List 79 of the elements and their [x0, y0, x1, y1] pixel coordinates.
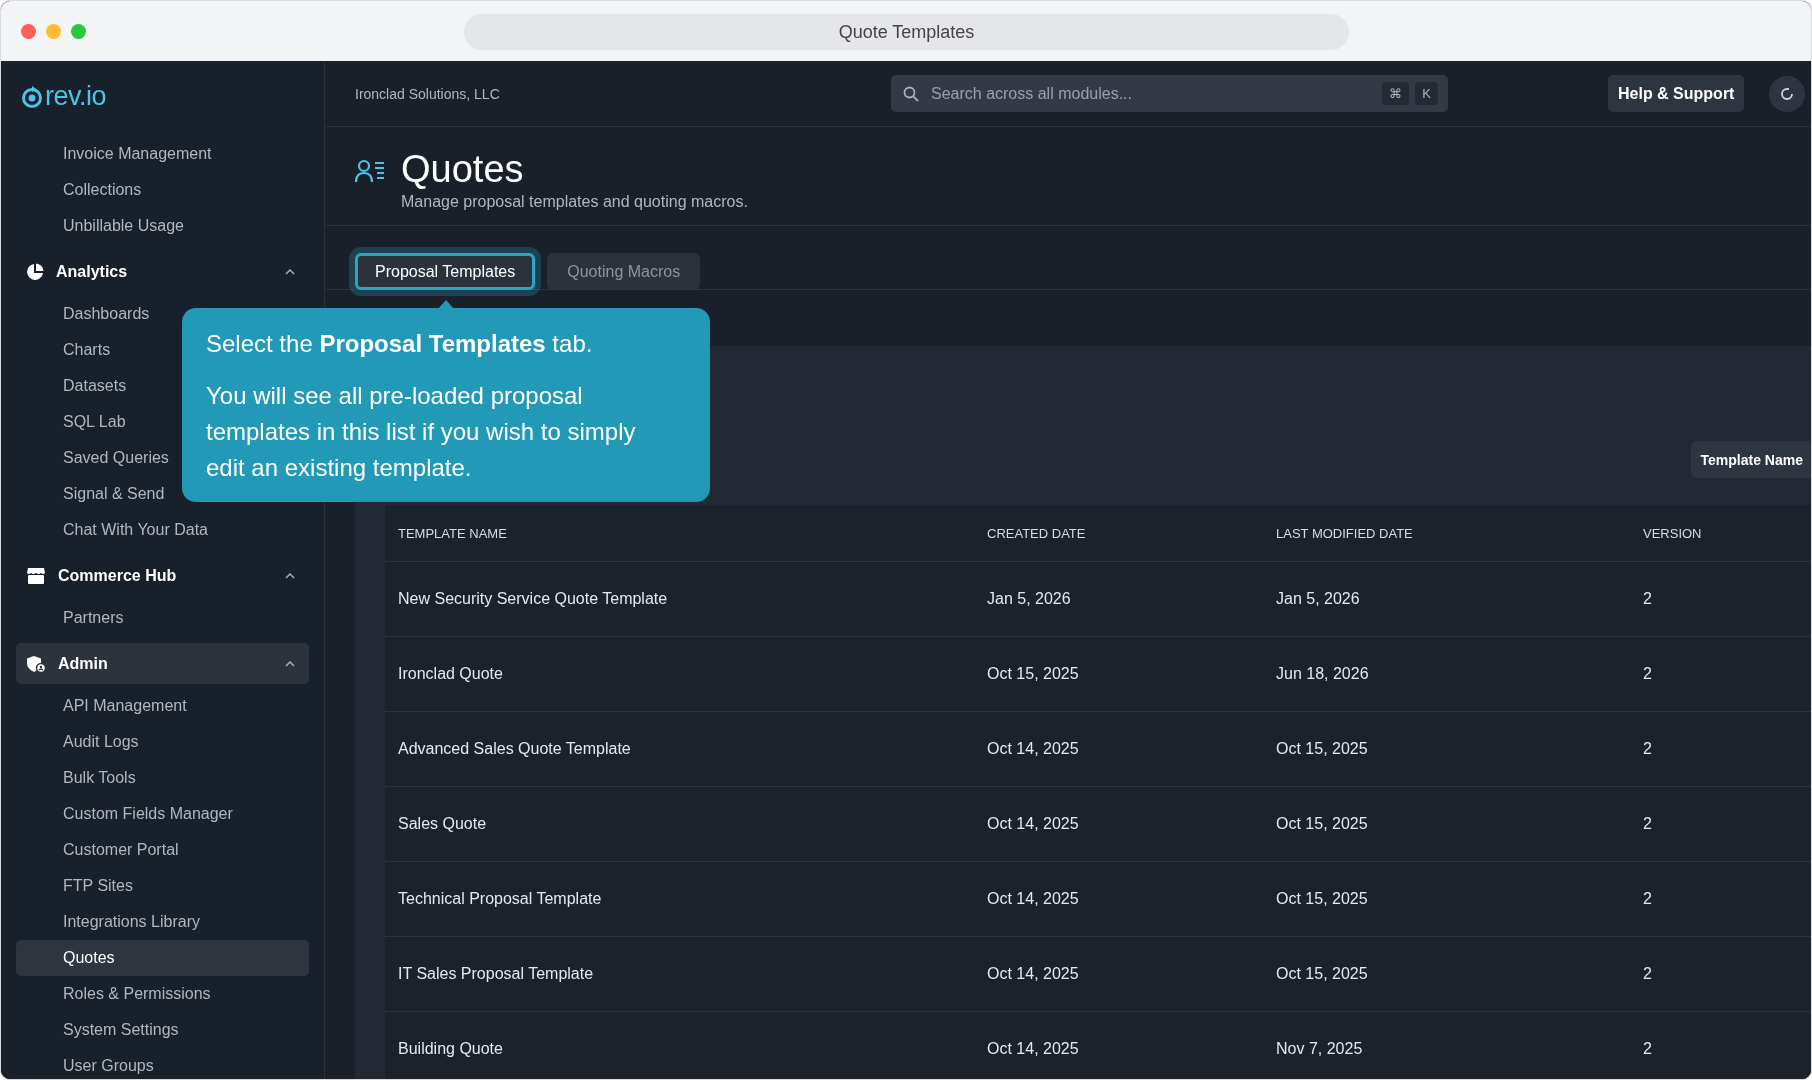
chevron-icon	[285, 572, 295, 579]
column-header: LAST MODIFIED DATE	[1276, 525, 1414, 541]
table-cell-text: 2	[1643, 815, 1653, 833]
table-cell-text: Oct 14, 2025	[987, 815, 1080, 833]
table-cell-text: Oct 14, 2025	[987, 965, 1080, 983]
table-cell-text: Jan 5, 2026	[1276, 590, 1361, 608]
tooltip-text: Select the Proposal Templates tab.	[206, 329, 594, 359]
sort-dropdown[interactable]: Template Name	[1690, 441, 1811, 478]
table-cell-text: New Security Service Quote Template	[398, 590, 669, 608]
search-field[interactable]: Search across all modules... ⌘ K	[891, 75, 1448, 112]
page-title: Quotes	[401, 147, 525, 191]
help-button[interactable]: Help & Support	[1608, 75, 1745, 112]
table-cell-text: Jun 18, 2026	[1276, 665, 1370, 683]
section-header[interactable]: Admin	[16, 643, 309, 684]
minimize-button[interactable]	[46, 23, 61, 39]
search-icon	[903, 85, 919, 102]
table-cell-text: 2	[1643, 590, 1653, 608]
sidebar-item[interactable]: Integrations Library	[16, 904, 309, 940]
sidebar-item[interactable]: User Groups	[16, 1048, 309, 1079]
sidebar-item[interactable]: API Management	[16, 688, 309, 724]
table-cell-text: Advanced Sales Quote Template	[398, 740, 632, 758]
table-cell-text: Oct 14, 2025	[987, 1040, 1080, 1058]
column-header: VERSION	[1643, 525, 1703, 541]
zoom-button[interactable]	[71, 23, 86, 39]
sidebar-item[interactable]: Customer Portal	[16, 832, 309, 868]
sidebar-item[interactable]: Chat With Your Data	[16, 512, 309, 548]
user-list-icon	[355, 159, 385, 183]
table-cell-text: 2	[1643, 1040, 1653, 1058]
sidebar-item[interactable]: Unbillable Usage	[16, 208, 309, 244]
refresh-icon	[1779, 85, 1796, 102]
table-cell-text: Oct 14, 2025	[987, 740, 1080, 758]
tooltip-text: You will see all pre-loaded proposal templates in this list if you wish to simply edit an existing template.	[206, 381, 637, 483]
table-cell-text: Oct 14, 2025	[987, 890, 1080, 908]
logo: rev.io	[45, 81, 107, 112]
table-cell-text: Oct 15, 2025	[1276, 965, 1369, 983]
tab[interactable]: Proposal Templates	[355, 253, 536, 290]
sidebar-item[interactable]: Collections	[16, 172, 309, 208]
pie-chart-icon	[26, 262, 44, 281]
close-button[interactable]	[21, 23, 36, 39]
page-subtitle: Manage proposal templates and quoting macros.	[401, 193, 748, 211]
sidebar-item[interactable]: Custom Fields Manager	[16, 796, 309, 832]
table-cell-text: 2	[1643, 965, 1653, 983]
sidebar-item[interactable]: System Settings	[16, 1012, 309, 1048]
window-title: Quote Templates	[464, 14, 1349, 50]
table-cell-text: Oct 15, 2025	[1276, 740, 1369, 758]
chevron-icon	[285, 268, 295, 275]
table-cell-text: Oct 15, 2025	[987, 665, 1080, 683]
table-cell-text: Technical Proposal Template	[398, 890, 603, 908]
storefront-icon	[26, 566, 46, 585]
table-cell-text: 2	[1643, 740, 1653, 758]
table-cell-text: Jan 5, 2026	[987, 590, 1072, 608]
logo-icon	[21, 84, 43, 109]
section-header[interactable]: Analytics	[16, 251, 309, 292]
column-header: CREATED DATE	[987, 525, 1087, 541]
table-cell-text: Oct 15, 2025	[1276, 815, 1369, 833]
sidebar-item[interactable]: Partners	[16, 600, 309, 636]
section-header[interactable]: Commerce Hub	[16, 555, 309, 596]
table-cell-text: 2	[1643, 665, 1653, 683]
shortcut-key: K	[1415, 82, 1438, 105]
sidebar-item[interactable]: Roles & Permissions	[16, 976, 309, 1012]
sidebar-item[interactable]: Quotes	[16, 940, 309, 976]
table-cell-text: IT Sales Proposal Template	[398, 965, 595, 983]
shortcut-key: ⌘	[1382, 82, 1410, 105]
table-cell-text: Ironclad Quote	[398, 665, 504, 683]
table-cell-text: Nov 7, 2025	[1276, 1040, 1364, 1058]
sidebar-item[interactable]: Audit Logs	[16, 724, 309, 760]
table-cell-text: Oct 15, 2025	[1276, 890, 1369, 908]
column-header: TEMPLATE NAME	[398, 525, 508, 541]
shield-user-icon	[26, 654, 46, 673]
table-cell-text: 2	[1643, 890, 1653, 908]
tab[interactable]: Quoting Macros	[547, 253, 701, 290]
sidebar-item[interactable]: FTP Sites	[16, 868, 309, 904]
chevron-icon	[285, 660, 295, 667]
company-name: Ironclad Solutions, LLC	[355, 85, 501, 102]
sidebar-item[interactable]: Invoice Management	[16, 136, 309, 172]
search-input[interactable]: Search across all modules...	[929, 83, 1373, 104]
table-cell-text: Building Quote	[398, 1040, 504, 1058]
sidebar-item[interactable]: Bulk Tools	[16, 760, 309, 796]
table-cell-text: Sales Quote	[398, 815, 488, 833]
